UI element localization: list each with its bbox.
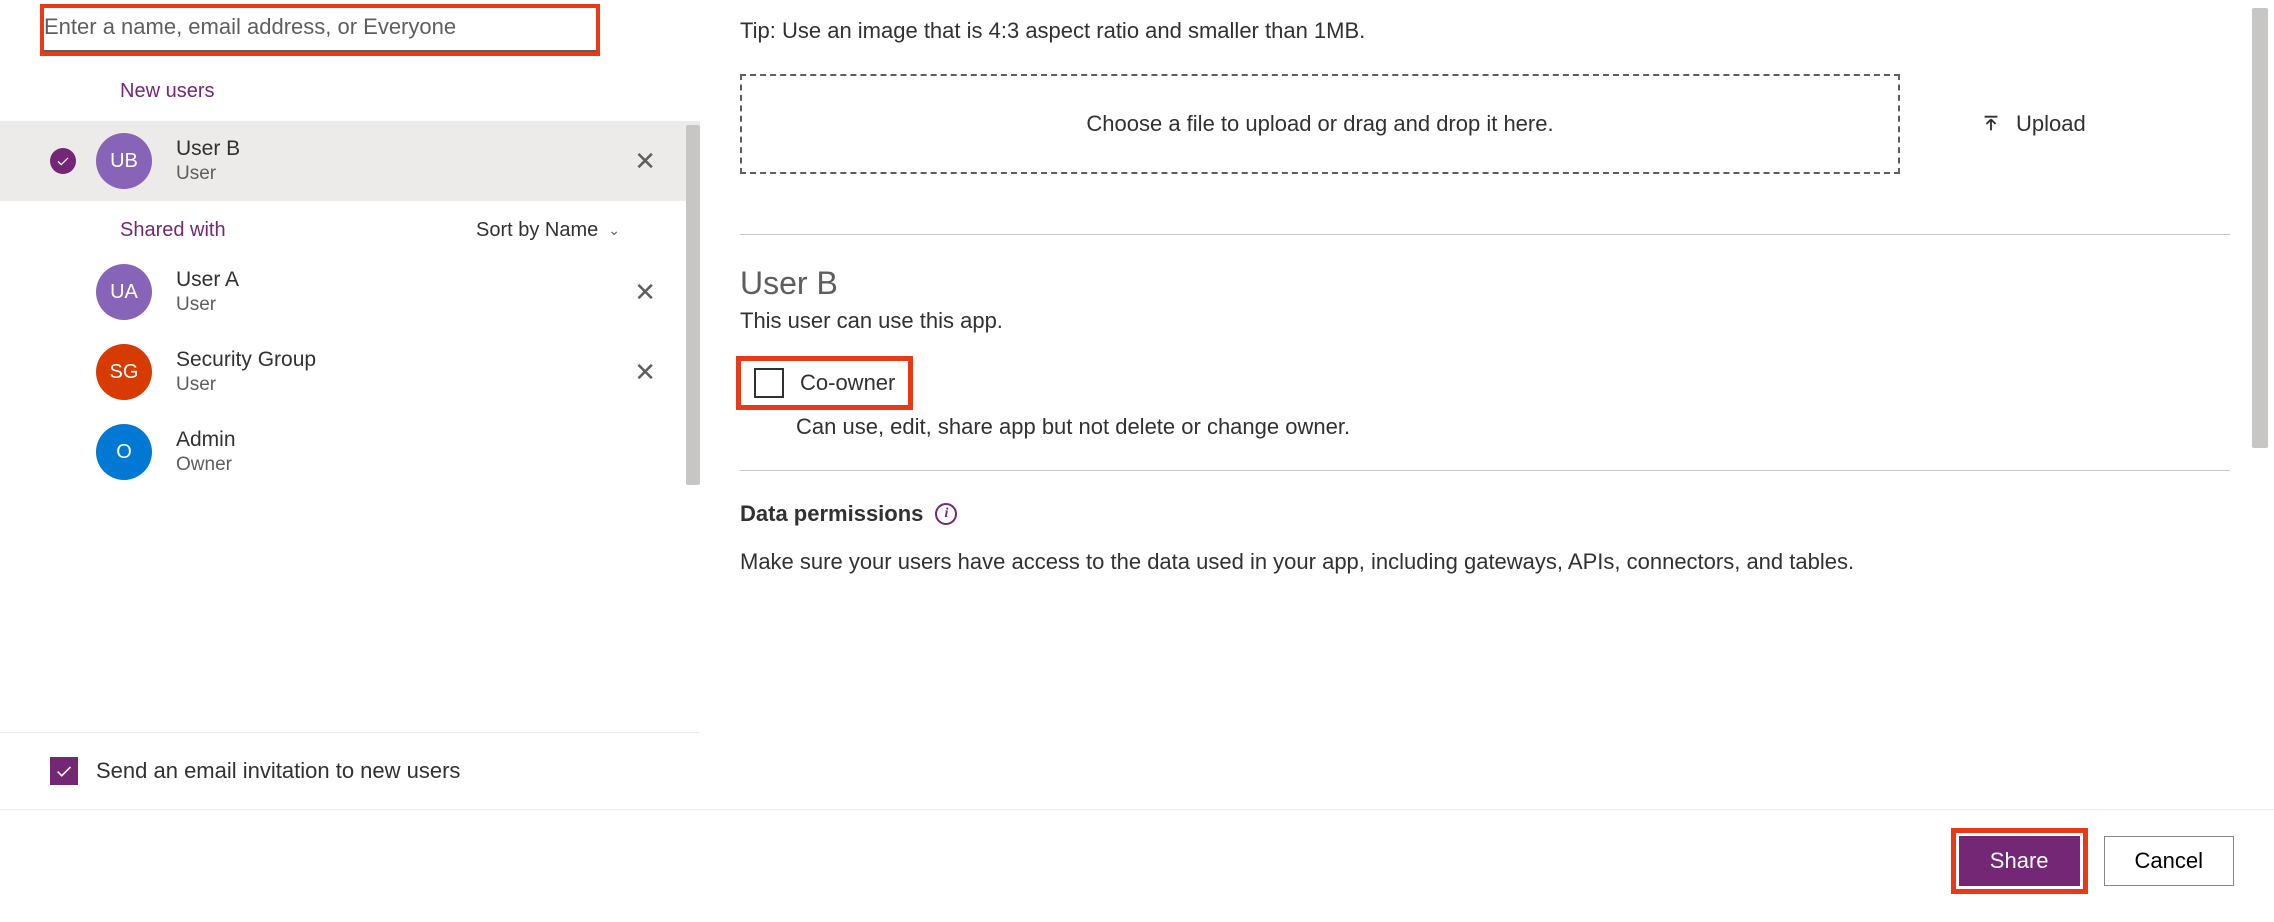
coowner-desc: Can use, edit, share app but not delete … <box>796 414 2234 440</box>
user-name: User A <box>176 268 624 292</box>
user-row-shared[interactable]: SG Security Group User ✕ <box>0 332 700 412</box>
user-role: User <box>176 374 624 396</box>
new-users-header: New users <box>0 52 700 121</box>
data-permissions-title: Data permissions <box>740 501 923 527</box>
divider <box>740 234 2230 235</box>
avatar: UA <box>96 264 152 320</box>
user-name: Admin <box>176 428 676 452</box>
coowner-checkbox[interactable] <box>754 368 784 398</box>
info-icon[interactable]: i <box>935 503 957 525</box>
sort-dropdown[interactable]: Sort by Name ⌄ <box>476 219 650 242</box>
user-name: Security Group <box>176 348 624 372</box>
left-panel: New users UB User B User ✕ Shared with S… <box>0 0 700 809</box>
chevron-down-icon: ⌄ <box>608 222 620 239</box>
data-permissions-text: Make sure your users have access to the … <box>740 549 2234 575</box>
right-panel: Tip: Use an image that is 4:3 aspect rat… <box>700 0 2274 809</box>
avatar: O <box>96 424 152 480</box>
user-row-shared[interactable]: UA User A User ✕ <box>0 252 700 332</box>
coowner-label: Co-owner <box>800 370 895 396</box>
selected-user-title: User B <box>740 265 2234 302</box>
search-input[interactable] <box>40 4 600 52</box>
user-role: User <box>176 294 624 316</box>
upload-label: Upload <box>2016 111 2086 137</box>
remove-user-icon[interactable]: ✕ <box>624 142 666 181</box>
user-name: User B <box>176 137 624 161</box>
image-tip-text: Tip: Use an image that is 4:3 aspect rat… <box>740 18 2234 44</box>
avatar: SG <box>96 344 152 400</box>
upload-dropzone[interactable]: Choose a file to upload or drag and drop… <box>740 74 1900 174</box>
dialog-footer: Share Cancel <box>0 810 2274 886</box>
remove-user-icon[interactable]: ✕ <box>624 353 666 392</box>
sort-label: Sort by Name <box>476 219 598 242</box>
email-invite-label: Send an email invitation to new users <box>96 758 460 784</box>
email-invite-checkbox[interactable] <box>50 757 78 785</box>
user-row-new[interactable]: UB User B User ✕ <box>0 121 700 201</box>
selected-user-desc: This user can use this app. <box>740 308 2234 334</box>
email-invite-row: Send an email invitation to new users <box>0 732 700 809</box>
left-scrollbar[interactable] <box>686 125 700 485</box>
divider <box>740 470 2230 471</box>
selected-check-icon <box>50 148 76 174</box>
user-role: User <box>176 163 624 185</box>
upload-button[interactable]: Upload <box>1980 111 2086 137</box>
shared-with-header: Shared with <box>120 219 226 242</box>
share-button[interactable]: Share <box>1959 836 2080 886</box>
right-scrollbar[interactable] <box>2252 8 2268 448</box>
upload-icon <box>1980 113 2002 135</box>
user-role: Owner <box>176 454 676 476</box>
cancel-button[interactable]: Cancel <box>2104 836 2234 886</box>
avatar: UB <box>96 133 152 189</box>
user-row-shared[interactable]: O Admin Owner <box>0 412 700 492</box>
remove-user-icon[interactable]: ✕ <box>624 273 666 312</box>
user-list: UB User B User ✕ Shared with Sort by Nam… <box>0 121 700 732</box>
